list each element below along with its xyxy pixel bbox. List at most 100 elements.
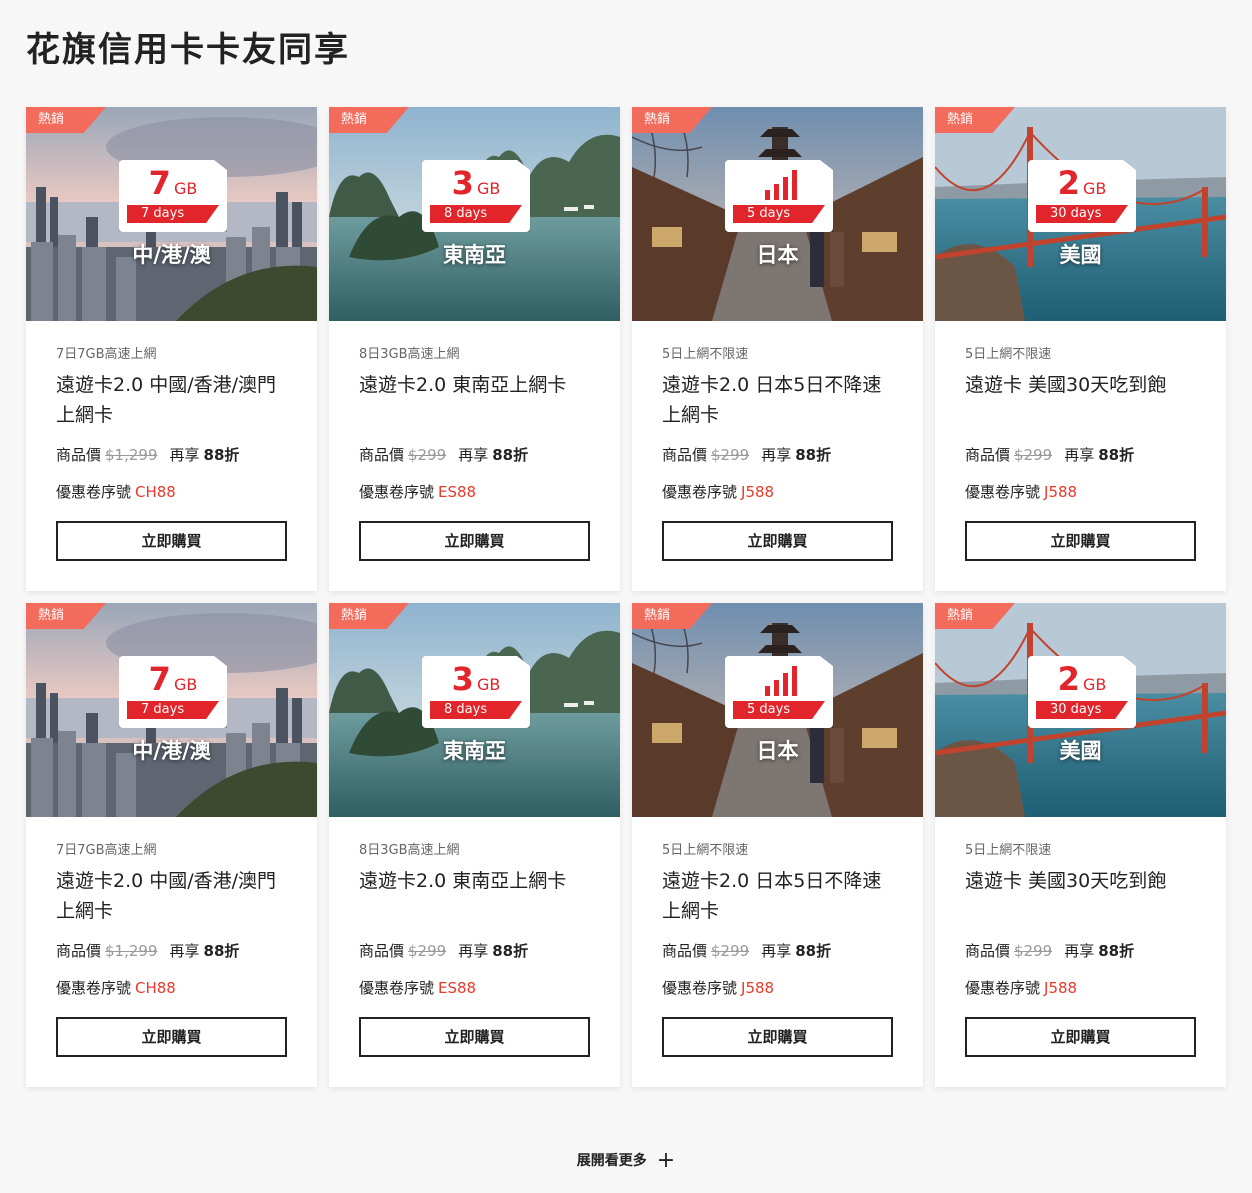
product-image[interactable]: 熱銷 5 days 日本 <box>632 107 923 321</box>
sim-days-label: 7 days <box>141 702 185 717</box>
region-label: 東南亞 <box>443 739 506 763</box>
product-image[interactable]: 熱銷 3 GB 8 days 東南亞 <box>329 603 620 817</box>
hot-badge-label: 熱銷 <box>947 112 974 127</box>
sim-card-graphic: 2 GB 30 days <box>1028 160 1136 232</box>
price-label: 商品價 <box>56 942 102 960</box>
sim-amount: 7 <box>148 660 171 698</box>
price-label: 商品價 <box>662 446 708 464</box>
sim-unit: GB <box>173 179 198 198</box>
coupon-label: 優惠卷序號 <box>56 979 132 997</box>
product-name[interactable]: 遠遊卡2.0 中國/香港/澳門上網卡 <box>56 370 287 430</box>
buy-now-button[interactable]: 立即購買 <box>56 521 287 561</box>
card-body: 5日上網不限速 遠遊卡2.0 日本5日不降速上網卡 商品價 $299 再享 88折 優… <box>632 817 923 1087</box>
load-more-button[interactable]: 展開看更多 + <box>0 1148 1252 1173</box>
card-body: 5日上網不限速 遠遊卡2.0 日本5日不降速上網卡 商品價 $299 再享 88折 優… <box>632 321 923 591</box>
sim-days-label: 7 days <box>141 206 185 221</box>
coupon-line: 優惠卷序號 J588 <box>965 977 1196 998</box>
product-card[interactable]: 熱銷 3 GB 8 days 東南亞 8日3GB高速上網 遠遊卡2.0 東南亞上網… <box>329 107 620 591</box>
price-line: 商品價 $299 再享 88折 <box>965 444 1196 465</box>
plan-subtitle: 5日上網不限速 <box>965 347 1052 362</box>
coupon-line: 優惠卷序號 J588 <box>662 481 893 502</box>
product-image[interactable]: 熱銷 7 GB 7 days 中/港/澳 <box>26 107 317 321</box>
price-line: 商品價 $1,299 再享 88折 <box>56 940 287 961</box>
region-label: 日本 <box>756 739 799 763</box>
coupon-code: J588 <box>741 483 775 501</box>
sim-card-graphic: 5 days <box>725 160 833 232</box>
product-name[interactable]: 遠遊卡 美國30天吃到飽 <box>965 866 1196 926</box>
product-card[interactable]: 熱銷 5 days 日本 5日上網不限速 遠遊卡2.0 日本5日不降速上網卡 商… <box>632 107 923 591</box>
region-label: 中/港/澳 <box>132 739 211 763</box>
coupon-label: 優惠卷序號 <box>56 483 132 501</box>
price-line: 商品價 $299 再享 88折 <box>662 940 893 961</box>
product-name[interactable]: 遠遊卡2.0 東南亞上網卡 <box>359 370 590 430</box>
price-line: 商品價 $299 再享 88折 <box>359 940 590 961</box>
plus-icon: + <box>656 1148 676 1173</box>
hot-badge-label: 熱銷 <box>947 608 974 623</box>
sim-amount: 3 <box>451 660 474 698</box>
product-card[interactable]: 熱銷 3 GB 8 days 東南亞 8日3GB高速上網 遠遊卡2.0 東南亞上網… <box>329 603 620 1087</box>
product-card[interactable]: 熱銷 2 GB 30 days 美國 5日上網不限速 遠遊卡 美國30天吃到飽 商… <box>935 603 1226 1087</box>
buy-now-button[interactable]: 立即購買 <box>965 521 1196 561</box>
product-name[interactable]: 遠遊卡2.0 東南亞上網卡 <box>359 866 590 926</box>
product-name[interactable]: 遠遊卡 美國30天吃到飽 <box>965 370 1196 430</box>
sim-data-amount: 3 GB <box>422 660 530 698</box>
product-card[interactable]: 熱銷 7 GB 7 days 中/港/澳 7日7GB高速上網 遠遊卡2.0 中國/… <box>26 603 317 1087</box>
product-name[interactable]: 遠遊卡2.0 日本5日不降速上網卡 <box>662 866 893 926</box>
buy-now-button[interactable]: 立即購買 <box>56 1017 287 1057</box>
buy-now-button[interactable]: 立即購買 <box>359 521 590 561</box>
signal-bars-icon <box>765 666 797 696</box>
coupon-line: 優惠卷序號 CH88 <box>56 481 287 502</box>
sim-data-amount: 7 GB <box>119 164 227 202</box>
buy-now-button[interactable]: 立即購買 <box>662 1017 893 1057</box>
buy-now-button[interactable]: 立即購買 <box>359 1017 590 1057</box>
load-more-label: 展開看更多 <box>576 1153 647 1169</box>
sim-unit: GB <box>476 179 501 198</box>
coupon-code: CH88 <box>135 979 176 997</box>
sim-days: 8 days <box>430 205 522 223</box>
coupon-label: 優惠卷序號 <box>662 483 738 501</box>
card-body: 7日7GB高速上網 遠遊卡2.0 中國/香港/澳門上網卡 商品價 $1,299 再享… <box>26 817 317 1087</box>
sim-days: 30 days <box>1036 701 1128 719</box>
sim-card-graphic: 3 GB 8 days <box>422 656 530 728</box>
product-name[interactable]: 遠遊卡2.0 日本5日不降速上網卡 <box>662 370 893 430</box>
sim-data-amount: 2 GB <box>1028 164 1136 202</box>
sim-card-graphic: 7 GB 7 days <box>119 656 227 728</box>
product-image[interactable]: 熱銷 2 GB 30 days 美國 <box>935 603 1226 817</box>
product-image[interactable]: 熱銷 5 days 日本 <box>632 603 923 817</box>
discount-prefix: 再享 <box>169 942 200 960</box>
sim-days-label: 5 days <box>747 702 791 717</box>
sim-amount: 7 <box>148 164 171 202</box>
region-label: 美國 <box>1059 739 1102 763</box>
product-card[interactable]: 熱銷 2 GB 30 days 美國 5日上網不限速 遠遊卡 美國30天吃到飽 商… <box>935 107 1226 591</box>
signal-bars-icon <box>765 170 797 200</box>
product-image[interactable]: 熱銷 3 GB 8 days 東南亞 <box>329 107 620 321</box>
sim-card-graphic: 3 GB 8 days <box>422 160 530 232</box>
product-card[interactable]: 熱銷 7 GB 7 days 中/港/澳 7日7GB高速上網 遠遊卡2.0 中國/… <box>26 107 317 591</box>
discount: 88折 <box>1098 446 1135 464</box>
original-price: $299 <box>711 446 750 464</box>
buy-now-button[interactable]: 立即購買 <box>965 1017 1196 1057</box>
sim-unit: GB <box>1082 179 1107 198</box>
discount: 88折 <box>203 446 240 464</box>
price-label: 商品價 <box>56 446 102 464</box>
sim-amount: 3 <box>451 164 474 202</box>
sim-days-label: 8 days <box>444 206 488 221</box>
product-image[interactable]: 熱銷 7 GB 7 days 中/港/澳 <box>26 603 317 817</box>
product-image[interactable]: 熱銷 2 GB 30 days 美國 <box>935 107 1226 321</box>
card-body: 8日3GB高速上網 遠遊卡2.0 東南亞上網卡 商品價 $299 再享 88折 優惠卷… <box>329 321 620 591</box>
product-grid: 熱銷 7 GB 7 days 中/港/澳 7日7GB高速上網 遠遊卡2.0 中國/… <box>26 107 1226 1087</box>
discount-prefix: 再享 <box>169 446 200 464</box>
price-label: 商品價 <box>965 942 1011 960</box>
sim-unit: GB <box>1082 675 1107 694</box>
discount: 88折 <box>492 942 529 960</box>
discount-prefix: 再享 <box>1064 942 1095 960</box>
price-line: 商品價 $299 再享 88折 <box>965 940 1196 961</box>
product-name[interactable]: 遠遊卡2.0 中國/香港/澳門上網卡 <box>56 866 287 926</box>
buy-now-button[interactable]: 立即購買 <box>662 521 893 561</box>
coupon-label: 優惠卷序號 <box>359 979 435 997</box>
price-label: 商品價 <box>965 446 1011 464</box>
product-card[interactable]: 熱銷 5 days 日本 5日上網不限速 遠遊卡2.0 日本5日不降速上網卡 商… <box>632 603 923 1087</box>
coupon-code: CH88 <box>135 483 176 501</box>
coupon-line: 優惠卷序號 ES88 <box>359 977 590 998</box>
card-body: 8日3GB高速上網 遠遊卡2.0 東南亞上網卡 商品價 $299 再享 88折 優惠卷… <box>329 817 620 1087</box>
